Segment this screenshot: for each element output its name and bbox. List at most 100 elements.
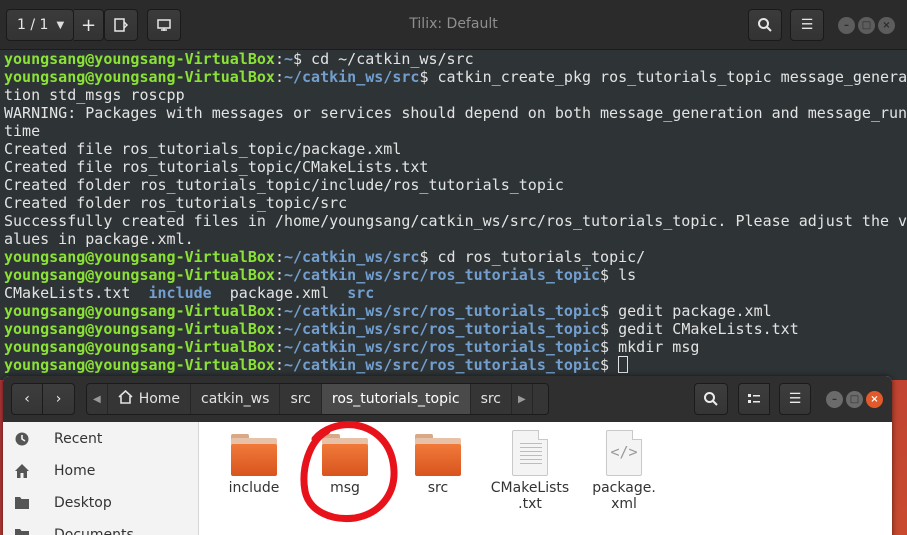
sidebar-item-recent[interactable]: Recent bbox=[3, 423, 199, 455]
breadcrumb-label: src bbox=[480, 391, 502, 407]
files-maximize-button[interactable]: □ bbox=[846, 391, 863, 408]
terminal-line: Created folder ros_tutorials_topic/src bbox=[4, 194, 907, 212]
command-text: cd ~/catkin_ws/src bbox=[302, 50, 474, 68]
search-icon bbox=[704, 392, 718, 406]
prompt-separator: : bbox=[274, 266, 284, 284]
home-icon bbox=[118, 389, 133, 408]
file-item-src[interactable]: src bbox=[397, 430, 479, 496]
ls-entry: CMakeLists.txt bbox=[4, 284, 131, 302]
terminal-line: Created file ros_tutorials_topic/package… bbox=[4, 140, 907, 158]
folder-icon bbox=[13, 495, 31, 511]
command-text: catkin_create_pkg ros_tutorials_topic me… bbox=[428, 68, 907, 86]
breadcrumb-catkin-ws[interactable]: catkin_ws bbox=[191, 384, 281, 414]
file-view: include msg src CMakeLists .txt </> package. … bbox=[200, 422, 892, 535]
prompt-symbol: $ bbox=[600, 338, 610, 356]
prompt-path: ~/catkin_ws/src/ros_tutorials_topic bbox=[283, 302, 601, 320]
terminal-line: CMakeLists.txt include package.xml src bbox=[4, 284, 907, 302]
hamburger-icon: ☰ bbox=[800, 17, 814, 33]
view-options-button[interactable] bbox=[738, 383, 770, 415]
sidebar-item-label: Documents bbox=[54, 527, 134, 535]
prompt-user: youngsang@youngsang-VirtualBox bbox=[4, 302, 275, 320]
terminal-search-button[interactable] bbox=[748, 9, 782, 41]
file-item-label: src bbox=[427, 480, 449, 496]
sidebar-item-documents[interactable]: Documents bbox=[3, 519, 199, 535]
path-bar: ◀ Home catkin_ws src ros_tutorials_topic src ▶ bbox=[86, 383, 549, 415]
minimize-icon: – bbox=[844, 20, 849, 31]
maximize-icon: □ bbox=[849, 394, 860, 405]
split-down-button[interactable] bbox=[147, 9, 181, 41]
breadcrumb-Home[interactable]: Home bbox=[108, 384, 192, 414]
forward-button[interactable]: › bbox=[43, 383, 75, 415]
prompt-path: ~/catkin_ws/src/ros_tutorials_topic bbox=[283, 266, 601, 284]
prompt-user: youngsang@youngsang-VirtualBox bbox=[4, 68, 275, 86]
ls-gap bbox=[212, 284, 230, 302]
split-right-button[interactable] bbox=[104, 9, 138, 41]
files-close-button[interactable]: × bbox=[866, 391, 883, 408]
terminal-output[interactable]: youngsang@youngsang-VirtualBox:~$ cd ~/c… bbox=[4, 50, 907, 380]
prompt-separator: : bbox=[274, 320, 284, 338]
folder-icon bbox=[231, 434, 277, 476]
breadcrumb-ros-tutorials-topic[interactable]: ros_tutorials_topic bbox=[321, 384, 471, 414]
tilix-window: 1 / 1 ▼ + Tilix: Default ☰ – □ × youngsa… bbox=[0, 0, 907, 380]
file-item-label: package. xml bbox=[592, 480, 656, 512]
list-view-icon bbox=[748, 394, 760, 403]
file-item-label: include bbox=[228, 480, 280, 496]
terminal-line: alues in package.xml. bbox=[4, 230, 907, 248]
breadcrumb-src[interactable]: src bbox=[280, 384, 322, 414]
file-item-include[interactable]: include bbox=[213, 430, 295, 496]
terminal-line: youngsang@youngsang-VirtualBox:~/catkin_… bbox=[4, 356, 907, 374]
session-selector[interactable]: 1 / 1 ▼ bbox=[6, 9, 74, 41]
files-minimize-button[interactable]: – bbox=[826, 391, 843, 408]
command-text: gedit package.xml bbox=[609, 302, 772, 320]
command-text bbox=[609, 356, 618, 374]
terminal-line: Created file ros_tutorials_topic/CMakeLi… bbox=[4, 158, 907, 176]
terminal-line: youngsang@youngsang-VirtualBox:~/catkin_… bbox=[4, 302, 907, 320]
file-item-label: msg bbox=[330, 480, 360, 496]
add-session-button[interactable]: + bbox=[74, 9, 104, 41]
path-scroll-right[interactable]: ▶ bbox=[512, 384, 533, 414]
sidebar-item-home[interactable]: Home bbox=[3, 455, 199, 487]
xml-file-icon: </> bbox=[606, 430, 642, 476]
terminal-line: youngsang@youngsang-VirtualBox:~/catkin_… bbox=[4, 338, 907, 356]
breadcrumb-src[interactable]: src bbox=[471, 384, 513, 414]
terminal-line: Successfully created files in /home/youn… bbox=[4, 212, 907, 230]
close-icon: × bbox=[882, 20, 891, 31]
command-text: gedit CMakeLists.txt bbox=[609, 320, 799, 338]
prompt-path: ~/catkin_ws/src/ros_tutorials_topic bbox=[283, 338, 601, 356]
terminal-line: youngsang@youngsang-VirtualBox:~/catkin_… bbox=[4, 248, 907, 266]
split-right-icon bbox=[114, 18, 129, 32]
file-item-msg[interactable]: msg bbox=[304, 430, 386, 496]
prompt-separator: : bbox=[274, 68, 284, 86]
prompt-path: ~/catkin_ws/src/ros_tutorials_topic bbox=[283, 320, 601, 338]
session-label: 1 / 1 bbox=[17, 17, 49, 33]
desktop: 1 / 1 ▼ + Tilix: Default ☰ – □ × youngsa… bbox=[0, 0, 907, 535]
sidebar-item-label: Recent bbox=[54, 431, 103, 447]
files-search-button[interactable] bbox=[694, 383, 728, 415]
minimize-button[interactable]: – bbox=[838, 17, 855, 34]
output-text: alues in package.xml. bbox=[4, 230, 194, 248]
files-window: ‹ › ◀ Home catkin_ws src ros_tutorials_topic… bbox=[3, 376, 892, 535]
terminal-menu-button[interactable]: ☰ bbox=[790, 9, 824, 41]
path-scroll-left[interactable]: ◀ bbox=[87, 384, 108, 414]
hamburger-icon: ☰ bbox=[788, 391, 802, 407]
ls-gap bbox=[130, 284, 148, 302]
output-text: Created file ros_tutorials_topic/CMakeLi… bbox=[4, 158, 429, 176]
maximize-button[interactable]: □ bbox=[858, 17, 875, 34]
prompt-symbol: $ bbox=[600, 356, 610, 374]
close-icon: × bbox=[870, 394, 879, 405]
sidebar-item-desktop[interactable]: Desktop bbox=[3, 487, 199, 519]
output-text: Created file ros_tutorials_topic/package… bbox=[4, 140, 402, 158]
files-menu-button[interactable]: ☰ bbox=[779, 383, 811, 415]
prompt-user: youngsang@youngsang-VirtualBox bbox=[4, 50, 275, 68]
terminal-line: WARNING: Packages with messages or servi… bbox=[4, 104, 907, 122]
prompt-user: youngsang@youngsang-VirtualBox bbox=[4, 266, 275, 284]
prompt-separator: : bbox=[274, 248, 284, 266]
close-button[interactable]: × bbox=[878, 17, 895, 34]
file-item-packagexml[interactable]: </> package. xml bbox=[583, 430, 665, 512]
command-text: cd ros_tutorials_topic/ bbox=[428, 248, 646, 266]
file-item-cmakeliststxt[interactable]: CMakeLists .txt bbox=[489, 430, 571, 512]
split-down-icon bbox=[157, 19, 171, 31]
chevron-left-icon: ‹ bbox=[24, 391, 30, 407]
back-button[interactable]: ‹ bbox=[11, 383, 43, 415]
terminal-line: youngsang@youngsang-VirtualBox:~$ cd ~/c… bbox=[4, 50, 907, 68]
